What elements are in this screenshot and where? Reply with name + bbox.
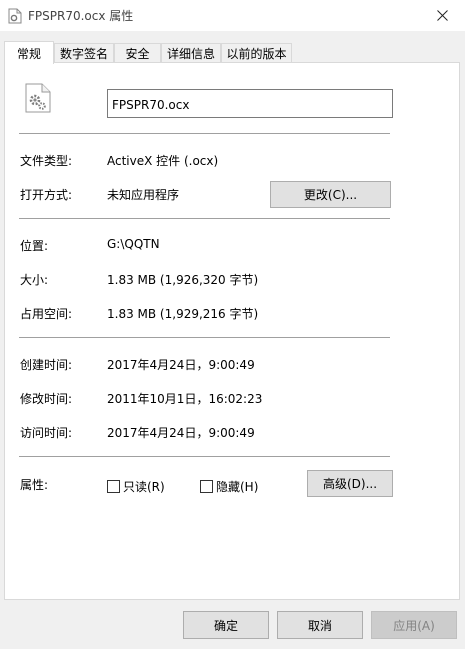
hidden-checkbox[interactable]: 隐藏(H) bbox=[200, 478, 258, 495]
cancel-button[interactable]: 取消 bbox=[277, 611, 363, 639]
accessed-value: 2017年4月24日，9:00:49 bbox=[107, 426, 255, 440]
change-button[interactable]: 更改(C)... bbox=[270, 181, 391, 208]
tab-digital-signatures[interactable]: 数字签名 bbox=[54, 43, 114, 63]
modified-label: 修改时间: bbox=[20, 392, 73, 406]
tab-security[interactable]: 安全 bbox=[114, 43, 161, 63]
ok-button[interactable]: 确定 bbox=[183, 611, 269, 639]
tab-strip: 常规 数字签名 安全 详细信息 以前的版本 bbox=[0, 41, 465, 64]
opens-with-value: 未知应用程序 bbox=[107, 188, 180, 202]
advanced-button[interactable]: 高级(D)... bbox=[307, 470, 393, 497]
title-bar: FPSPR70.ocx 属性 bbox=[0, 0, 465, 31]
apply-button[interactable]: 应用(A) bbox=[371, 611, 457, 639]
file-type-label: 文件类型: bbox=[20, 154, 73, 168]
checkbox-box[interactable] bbox=[107, 480, 120, 493]
gear-file-icon bbox=[25, 83, 51, 113]
checkbox-box[interactable] bbox=[200, 480, 213, 493]
readonly-label: 只读(R) bbox=[123, 480, 165, 494]
tab-general[interactable]: 常规 bbox=[4, 41, 54, 64]
file-name-input[interactable] bbox=[107, 89, 393, 118]
modified-value: 2011年10月1日，16:02:23 bbox=[107, 392, 263, 406]
close-button[interactable] bbox=[419, 0, 465, 31]
location-label: 位置: bbox=[20, 239, 49, 253]
attributes-label: 属性: bbox=[20, 478, 49, 492]
separator bbox=[19, 337, 390, 338]
gear-file-icon bbox=[8, 8, 22, 24]
tab-previous-versions[interactable]: 以前的版本 bbox=[221, 43, 292, 63]
file-type-value: ActiveX 控件 (.ocx) bbox=[107, 154, 219, 168]
hidden-label: 隐藏(H) bbox=[216, 480, 259, 494]
size-on-disk-value: 1.83 MB (1,929,216 字节) bbox=[107, 307, 259, 321]
separator bbox=[19, 133, 390, 134]
window-title: FPSPR70.ocx 属性 bbox=[28, 9, 134, 23]
separator bbox=[19, 456, 390, 457]
tab-details[interactable]: 详细信息 bbox=[161, 43, 221, 63]
size-value: 1.83 MB (1,926,320 字节) bbox=[107, 273, 259, 287]
size-label: 大小: bbox=[20, 273, 49, 287]
general-panel: 文件类型: ActiveX 控件 (.ocx) 打开方式: 未知应用程序 更改(… bbox=[4, 62, 460, 600]
readonly-checkbox[interactable]: 只读(R) bbox=[107, 478, 165, 495]
size-on-disk-label: 占用空间: bbox=[20, 307, 73, 321]
separator bbox=[19, 218, 390, 219]
location-value: G:\QQTN bbox=[107, 237, 160, 251]
close-icon bbox=[436, 10, 448, 21]
created-label: 创建时间: bbox=[20, 358, 73, 372]
accessed-label: 访问时间: bbox=[20, 426, 73, 440]
created-value: 2017年4月24日，9:00:49 bbox=[107, 358, 255, 372]
opens-with-label: 打开方式: bbox=[20, 188, 73, 202]
